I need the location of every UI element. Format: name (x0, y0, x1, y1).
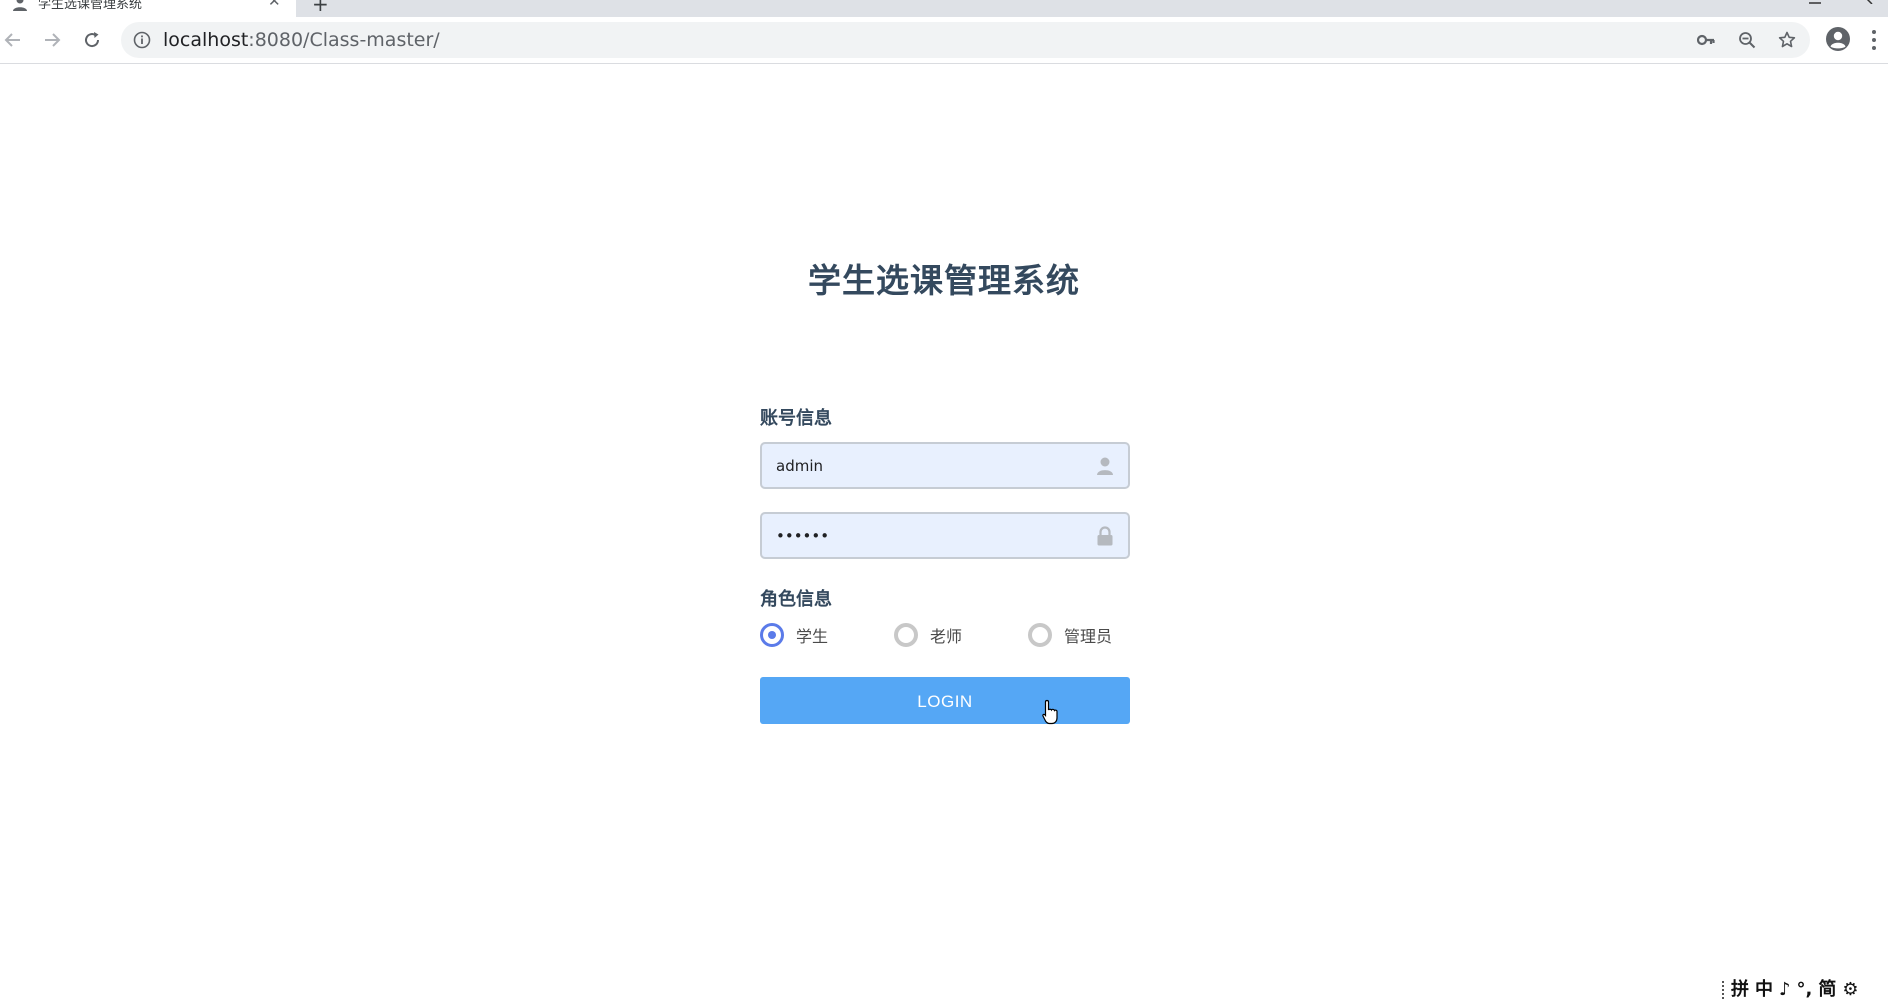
role-label: 学生 (796, 627, 829, 646)
role-radio-group: 学生 老师 管理员 (760, 622, 1130, 648)
ime-grip[interactable] (1722, 981, 1725, 999)
more-menu-icon[interactable] (1870, 29, 1878, 51)
arrow-right-icon (45, 33, 61, 47)
user-icon (1097, 457, 1113, 475)
radio-unchecked-icon[interactable] (894, 623, 918, 647)
role-radio-teacher[interactable]: 老师 (894, 622, 962, 648)
ime-punctuation-icon[interactable]: °, (1797, 980, 1813, 1000)
address-bar[interactable]: localhost:8080/Class-master/ (121, 22, 1810, 58)
zoom-out-icon[interactable] (1738, 31, 1756, 49)
reload-icon (85, 32, 100, 48)
ime-settings-icon[interactable]: ⚙ (1842, 980, 1858, 1000)
role-radio-admin[interactable]: 管理员 (1028, 622, 1112, 648)
new-tab-button[interactable]: + (312, 0, 329, 14)
ime-chinese-mode-icon[interactable]: 中 (1755, 980, 1773, 1000)
url-host: localhost (163, 29, 249, 51)
ime-simplified-icon[interactable]: 简 (1818, 980, 1836, 1000)
radio-checked-icon[interactable] (760, 623, 784, 647)
ime-moon-icon[interactable]: ♪ (1779, 980, 1791, 1000)
role-radio-student[interactable]: 学生 (760, 622, 828, 648)
forward-button[interactable] (40, 28, 64, 52)
tab-strip: 学生选课管理系统 ✕ + (0, 0, 1888, 17)
password-field[interactable] (760, 512, 1130, 559)
key-icon[interactable] (1697, 31, 1715, 49)
url-path: :8080/Class-master/ (248, 29, 440, 51)
role-section-label: 角色信息 (760, 589, 832, 610)
page-title: 学生选课管理系统 (808, 261, 1080, 300)
browser-tab[interactable]: 学生选课管理系统 ✕ (0, 0, 296, 17)
reload-button[interactable] (80, 28, 104, 52)
window-close-icon[interactable] (1862, 0, 1876, 4)
minimize-icon[interactable] (1808, 0, 1822, 4)
back-button[interactable] (1, 28, 25, 52)
role-label: 管理员 (1064, 627, 1113, 646)
username-field[interactable] (760, 442, 1130, 489)
ime-toolbar: 拼 中 ♪ °, 简 ⚙ (1722, 980, 1888, 1000)
arrow-left-icon (4, 33, 20, 47)
url-text[interactable]: localhost:8080/Class-master/ (163, 22, 440, 58)
profile-icon[interactable] (1824, 25, 1852, 53)
ime-pinyin-icon[interactable]: 拼 (1731, 980, 1749, 1000)
star-icon[interactable] (1778, 31, 1796, 49)
role-label: 老师 (930, 627, 963, 646)
info-icon[interactable] (133, 31, 151, 49)
hand-pointer-cursor-icon (1042, 699, 1058, 725)
password-input[interactable] (776, 514, 1076, 557)
login-button[interactable]: LOGIN (760, 677, 1130, 724)
account-section-label: 账号信息 (760, 408, 832, 429)
browser-toolbar: localhost:8080/Class-master/ (0, 17, 1888, 64)
tab-close-icon[interactable]: ✕ (268, 0, 281, 9)
lock-icon (1097, 526, 1113, 546)
radio-unchecked-icon[interactable] (1028, 623, 1052, 647)
tab-title: 学生选课管理系统 (38, 0, 143, 12)
user-favicon-icon (13, 0, 27, 11)
username-input[interactable] (776, 444, 1076, 487)
